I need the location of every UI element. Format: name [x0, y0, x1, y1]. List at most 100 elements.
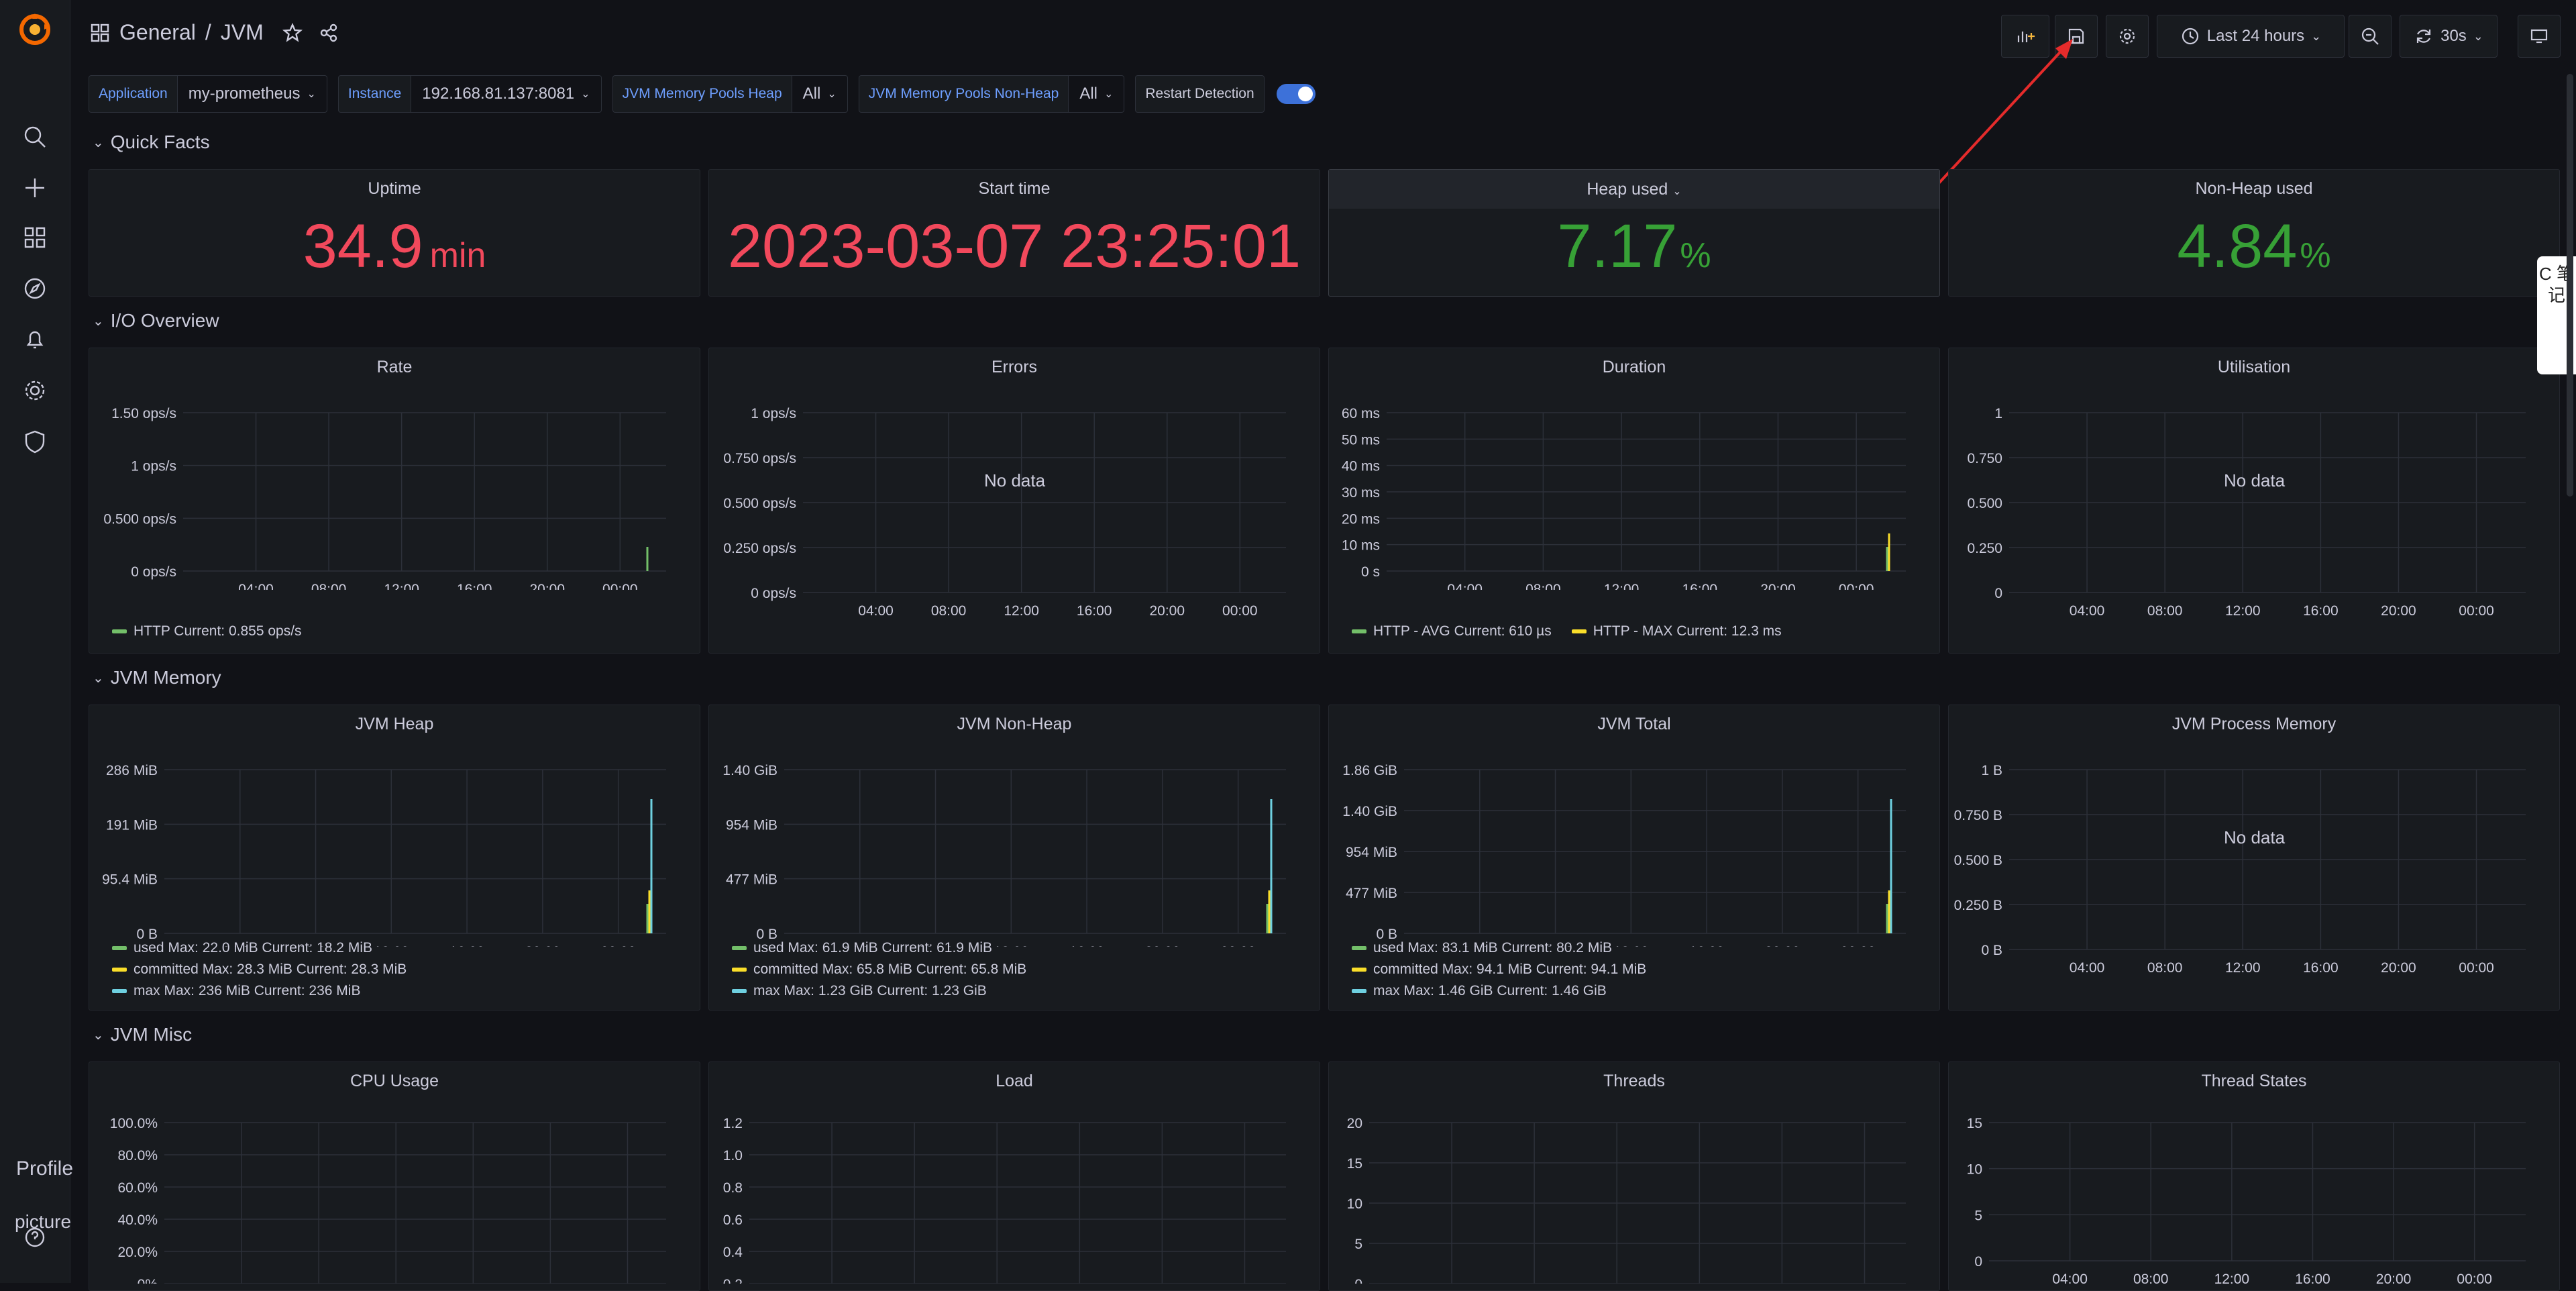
x-tick-label: 16:00 — [1077, 603, 1112, 617]
legend-swatch — [732, 946, 747, 950]
legend-text: committed Max: 65.8 MiB Current: 65.8 Mi… — [753, 962, 1027, 977]
x-tick-label: 00:00 — [600, 944, 636, 947]
x-tick-label: 20:00 — [1760, 582, 1796, 590]
y-tick-label: 1.0 — [723, 1148, 743, 1164]
stat-number: 34.9 — [303, 212, 423, 280]
legend-swatch — [1352, 968, 1366, 972]
legend-item[interactable]: max Max: 236 MiB Current: 236 MiB — [112, 983, 407, 999]
stat-value: 2023-03-07 23:25:01 — [727, 212, 1301, 280]
jvm-nonheap-chart[interactable]: 0 B477 MiB954 MiB1.40 GiB04:0008:0012:00… — [709, 745, 1320, 947]
chart-legend: used Max: 83.1 MiB Current: 80.2 MiB com… — [1352, 940, 1646, 999]
load-chart[interactable]: 0.20.40.60.81.01.2 — [709, 1102, 1320, 1284]
restart-detection-toggle[interactable] — [1276, 84, 1316, 104]
utilisation-chart[interactable]: 0 0.250 0.500 0.750 1 04:00 08:00 12:00 16:00 20:… — [1949, 389, 2559, 617]
breadcrumb-folder[interactable]: General — [119, 20, 196, 45]
threads-chart[interactable]: 05101520 — [1329, 1102, 1939, 1284]
process-memory-chart[interactable]: 0 B 0.250 B 0.500 B 0.750 B 1 B 04:00 08:00 12:… — [1949, 745, 2559, 974]
row-jvm-misc[interactable]: ⌄ JVM Misc — [93, 1024, 192, 1045]
time-range-picker[interactable]: Last 24 hours ⌄ — [2157, 15, 2345, 58]
duration-chart[interactable]: 0 s 10 ms 20 ms 30 ms 40 ms 50 ms 60 ms 04:00 08… — [1329, 389, 1939, 590]
y-tick-label: 1.50 ops/s — [111, 406, 176, 421]
legend-item[interactable]: committed Max: 65.8 MiB Current: 65.8 Mi… — [732, 962, 1026, 978]
legend-item[interactable]: used Max: 22.0 MiB Current: 18.2 MiB — [112, 940, 407, 956]
panel-duration: Duration 0 s 10 ms 20 ms 30 ms 40 ms 50 ms 60 … — [1328, 348, 1940, 654]
y-tick-label: 1 ops/s — [751, 406, 796, 421]
profile-label[interactable]: Profile — [16, 1157, 73, 1180]
server-admin-shield-icon[interactable] — [20, 427, 50, 456]
x-tick-label: 12:00 — [1004, 603, 1039, 617]
row-jvm-memory[interactable]: ⌄ JVM Memory — [93, 667, 221, 688]
jvm-heap-chart[interactable]: 0 B95.4 MiB191 MiB286 MiB04:0008:0012:00… — [89, 745, 700, 947]
panel-title: Threads — [1603, 1072, 1665, 1090]
x-tick-label: 00:00 — [2459, 960, 2494, 974]
search-icon[interactable] — [20, 122, 50, 152]
sidebar: Profile picture — [0, 0, 73, 1283]
zoom-out-button[interactable] — [2349, 15, 2392, 58]
legend-swatch — [1352, 946, 1366, 950]
thread-states-chart[interactable]: 0 5 10 15 04:00 08:00 12:00 16:00 20:00 00:00 — [1949, 1102, 2559, 1284]
panel-title[interactable]: Heap used ⌄ — [1329, 170, 1939, 209]
y-tick-label: 0 — [1994, 586, 2002, 601]
breadcrumb-dashboard[interactable]: JVM — [221, 20, 264, 45]
stat-value: 34.9 min — [89, 211, 700, 282]
panel-jvm-process-memory: JVM Process Memory 0 B 0.250 B 0.500 B 0.75… — [1948, 705, 2560, 1011]
row-quick-facts[interactable]: ⌄ Quick Facts — [93, 132, 210, 153]
scrollbar[interactable] — [2567, 74, 2573, 497]
legend-item[interactable]: committed Max: 94.1 MiB Current: 94.1 Mi… — [1352, 962, 1646, 978]
cpu-usage-chart[interactable]: 0%20.0%40.0%60.0%80.0%100.0% — [89, 1102, 700, 1284]
legend-item[interactable]: committed Max: 28.3 MiB Current: 28.3 Mi… — [112, 962, 407, 978]
panel-threads: Threads 05101520 — [1328, 1062, 1940, 1291]
legend-swatch — [112, 968, 127, 972]
errors-chart[interactable]: 0 ops/s 0.250 ops/s 0.500 ops/s 0.750 ops/s… — [709, 389, 1320, 617]
x-tick-label: 00:00 — [602, 582, 638, 590]
stat-unit: min — [429, 236, 486, 275]
rate-chart[interactable]: 0 ops/s 0.500 ops/s 1 ops/s 1.50 ops/s 04:00… — [89, 389, 700, 590]
x-tick-label: 12:00 — [2214, 1272, 2250, 1284]
panel-heap-used[interactable]: Heap used ⌄ 7.17% — [1328, 169, 1940, 297]
chart-legend: HTTP Current: 0.855 ops/s — [112, 623, 302, 639]
legend-item[interactable]: used Max: 61.9 MiB Current: 61.9 MiB — [732, 940, 1026, 956]
y-tick-label: 20.0% — [117, 1245, 158, 1260]
panel-start-time: Start time 2023-03-07 23:25:01 — [708, 169, 1320, 297]
x-tick-label: 08:00 — [1525, 582, 1561, 590]
legend-item[interactable]: HTTP - MAX Current: 12.3 ms — [1571, 623, 1782, 639]
legend-item[interactable]: HTTP Current: 0.855 ops/s — [112, 623, 302, 639]
configuration-gear-icon[interactable] — [20, 376, 50, 405]
alerting-bell-icon[interactable] — [20, 325, 50, 354]
variable-label: JVM Memory Pools Heap — [612, 75, 792, 113]
dashboard-settings-button[interactable] — [2106, 15, 2149, 58]
plus-icon[interactable] — [20, 173, 50, 203]
y-tick-label: 0.250 ops/s — [723, 541, 796, 556]
tv-mode-button[interactable] — [2518, 15, 2561, 58]
y-tick-label: 5 — [1354, 1237, 1362, 1252]
refresh-icon — [2416, 30, 2431, 43]
variable-memory-pools-heap-select[interactable]: All ⌄ — [792, 75, 848, 113]
variable-application-select[interactable]: my-prometheus ⌄ — [177, 75, 327, 113]
legend-item[interactable]: HTTP - AVG Current: 610 µs — [1352, 623, 1552, 639]
star-icon[interactable] — [282, 22, 303, 43]
panel-title: JVM Non-Heap — [957, 715, 1072, 733]
variable-memory-pools-nonheap-select[interactable]: All ⌄ — [1069, 75, 1125, 113]
legend-item[interactable]: used Max: 83.1 MiB Current: 80.2 MiB — [1352, 940, 1646, 956]
jvm-total-chart[interactable]: 0 B477 MiB954 MiB1.40 GiB1.86 GiB04:0008… — [1329, 745, 1939, 947]
share-icon[interactable] — [319, 23, 339, 43]
y-tick-label: 0 s — [1361, 564, 1380, 580]
grafana-logo-icon[interactable] — [17, 12, 52, 47]
y-tick-label: 954 MiB — [1346, 845, 1397, 860]
refresh-picker[interactable]: 30s ⌄ — [2400, 15, 2498, 58]
legend-swatch — [1571, 629, 1587, 633]
row-title: Quick Facts — [110, 132, 210, 152]
dashboards-icon[interactable] — [20, 223, 50, 252]
variable-instance-select[interactable]: 192.168.81.137:8081 ⌄ — [411, 75, 602, 113]
x-tick-label: 20:00 — [1149, 603, 1185, 617]
help-icon[interactable] — [20, 1223, 50, 1252]
panel-title-text: Heap used — [1587, 180, 1668, 199]
legend-item[interactable]: max Max: 1.23 GiB Current: 1.23 GiB — [732, 983, 1026, 999]
stat-number: 4.84 — [2177, 212, 2298, 280]
zoom-out-icon — [2361, 28, 2379, 45]
row-io-overview[interactable]: ⌄ I/O Overview — [93, 310, 219, 331]
variable-value: All — [1079, 85, 1097, 103]
explore-compass-icon[interactable] — [20, 274, 50, 303]
legend-item[interactable]: max Max: 1.46 GiB Current: 1.46 GiB — [1352, 983, 1646, 999]
y-tick-label: 100.0% — [110, 1116, 158, 1131]
